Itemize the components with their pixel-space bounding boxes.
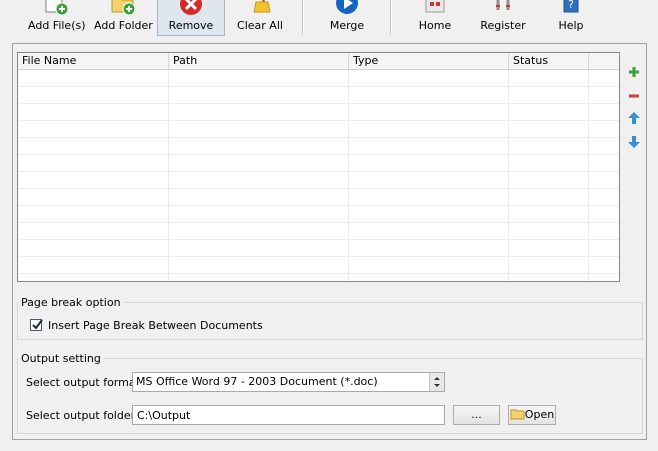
column-header-type[interactable]: Type	[349, 53, 509, 69]
remove-row-icon[interactable]	[627, 89, 641, 103]
main-panel: File Name Path Type Status Page break op…	[12, 43, 647, 440]
output-folder-input[interactable]	[132, 405, 445, 425]
output-format-label: Select output format:	[26, 376, 144, 389]
home-button[interactable]: Home	[413, 0, 457, 36]
page-break-checkbox[interactable]	[30, 319, 43, 331]
column-divider	[168, 70, 169, 281]
folder-icon	[510, 409, 525, 420]
play-icon	[336, 0, 358, 14]
column-divider	[348, 70, 349, 281]
remove-icon	[180, 0, 202, 15]
help-book-icon: ?	[563, 0, 579, 13]
merge-label: Merge	[329, 19, 365, 32]
add-folder-label: Add Folder	[94, 19, 153, 32]
clear-all-label: Clear All	[237, 19, 283, 32]
file-list-header: File Name Path Type Status	[18, 53, 619, 70]
page-break-group-title: Page break option	[18, 296, 124, 309]
remove-label: Remove	[168, 19, 214, 32]
browse-button[interactable]: ...	[453, 405, 500, 425]
column-divider	[588, 70, 589, 281]
toolbar-separator	[302, 0, 304, 34]
file-list[interactable]: File Name Path Type Status	[17, 52, 620, 282]
page-break-checkbox-label[interactable]: Insert Page Break Between Documents	[48, 319, 263, 332]
column-header-path[interactable]: Path	[169, 53, 349, 69]
home-icon	[425, 0, 445, 13]
move-up-icon[interactable]	[627, 111, 641, 125]
toolbar: Add File(s) Add Folder Remove Clear All …	[0, 0, 658, 38]
file-list-body[interactable]	[18, 70, 619, 281]
help-label: Help	[558, 19, 584, 32]
add-folder-icon	[111, 0, 136, 16]
open-folder-label: Open	[524, 408, 555, 421]
register-button[interactable]: Register	[478, 0, 528, 36]
output-folder-label: Select output folder:	[26, 409, 139, 422]
add-files-button[interactable]: Add File(s)	[28, 0, 86, 36]
add-file-icon	[45, 0, 69, 16]
toolbar-separator	[390, 0, 392, 34]
home-label: Home	[418, 19, 452, 32]
output-setting-group-title: Output setting	[18, 352, 104, 365]
open-folder-button[interactable]: Open	[508, 405, 556, 425]
remove-button[interactable]: Remove	[157, 0, 225, 36]
add-files-label: Add File(s)	[28, 19, 86, 32]
column-header-file-name[interactable]: File Name	[18, 53, 169, 69]
help-button[interactable]: ? Help	[552, 0, 590, 36]
clear-all-button[interactable]: Clear All	[234, 0, 286, 36]
register-label: Register	[480, 19, 526, 32]
checkmark-icon	[32, 319, 43, 330]
spin-arrows-icon[interactable]	[429, 373, 444, 391]
add-row-icon[interactable]	[627, 65, 641, 79]
merge-button[interactable]: Merge	[322, 0, 372, 36]
broom-icon	[253, 0, 271, 13]
add-folder-button[interactable]: Add Folder	[94, 0, 153, 36]
output-format-value: MS Office Word 97 - 2003 Document (*.doc…	[136, 375, 378, 388]
output-format-select[interactable]: MS Office Word 97 - 2003 Document (*.doc…	[132, 372, 445, 392]
svg-text:?: ?	[568, 0, 574, 11]
column-divider	[508, 70, 509, 281]
keys-icon	[496, 0, 510, 10]
move-down-icon[interactable]	[627, 135, 641, 149]
column-header-status[interactable]: Status	[509, 53, 589, 69]
